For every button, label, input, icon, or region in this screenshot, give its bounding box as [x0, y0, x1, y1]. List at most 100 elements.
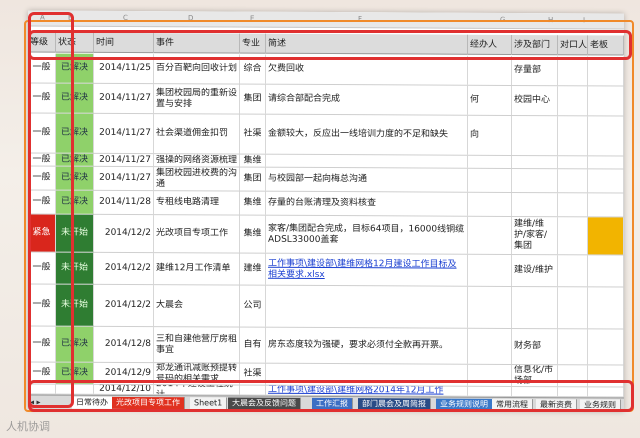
- specialty-cell[interactable]: 集团: [240, 84, 266, 114]
- header-specialty[interactable]: 专业: [240, 33, 266, 54]
- contact-cell[interactable]: [558, 329, 588, 365]
- event-cell[interactable]: 社会渠道佣金扣罚: [154, 114, 240, 154]
- tab-fiber-project[interactable]: 光改项目专项工作: [112, 396, 185, 410]
- boss-cell[interactable]: [588, 86, 624, 116]
- event-cell[interactable]: 光改项目专项工作: [154, 215, 240, 253]
- contact-cell[interactable]: [558, 116, 588, 156]
- handler-cell[interactable]: [468, 168, 512, 192]
- description-cell[interactable]: 请综合部配合完成: [266, 84, 468, 115]
- col-letter[interactable]: E: [250, 15, 254, 23]
- level-cell[interactable]: 一般: [28, 53, 56, 83]
- header-handler[interactable]: 经办人: [468, 34, 512, 55]
- event-cell[interactable]: 强操的网络资源梳理: [154, 154, 240, 167]
- description-cell[interactable]: 欠费回收: [266, 54, 468, 85]
- status-cell[interactable]: 未开始: [56, 214, 94, 252]
- date-cell[interactable]: 2014/12/10: [94, 384, 154, 395]
- department-cell[interactable]: 存量部: [512, 55, 558, 86]
- specialty-cell[interactable]: 集维: [240, 215, 266, 253]
- date-cell[interactable]: 2014/11/27: [94, 113, 154, 154]
- level-cell[interactable]: 一般: [28, 113, 56, 153]
- handler-cell[interactable]: [468, 286, 512, 328]
- handler-cell[interactable]: [468, 55, 512, 85]
- event-cell[interactable]: 建维12月工作清单: [154, 253, 240, 285]
- event-cell[interactable]: 集团校园进校费的沟通: [154, 167, 240, 191]
- description-cell[interactable]: [266, 154, 468, 168]
- tab-business-rules-note[interactable]: 业务规则说明: [436, 398, 493, 411]
- department-cell[interactable]: [512, 115, 558, 156]
- status-cell[interactable]: 已解决: [56, 326, 94, 362]
- level-cell[interactable]: 一般: [28, 83, 56, 113]
- event-cell[interactable]: 郑龙通讯减账预提转号码的相关需求: [154, 363, 240, 385]
- boss-cell[interactable]: [588, 387, 624, 397]
- header-level[interactable]: 等级: [28, 32, 56, 53]
- department-cell[interactable]: 校园中心: [512, 85, 558, 116]
- header-date[interactable]: 时间: [94, 32, 154, 54]
- specialty-cell[interactable]: 建维: [240, 253, 266, 285]
- specialty-cell[interactable]: 自有: [240, 327, 266, 363]
- tab-work-report[interactable]: 工作汇报: [312, 397, 353, 411]
- description-link[interactable]: 工作事项\建设部\建维网格12月建设工作目标及相关要求.xlsx: [266, 253, 468, 286]
- handler-cell[interactable]: 向: [468, 115, 512, 155]
- specialty-cell[interactable]: 集维: [240, 154, 266, 167]
- header-contact[interactable]: 对口人: [558, 35, 588, 56]
- description-cell[interactable]: 房东态度较为强硬，要求必须付全款再开票。: [266, 327, 468, 364]
- tab-business-rules[interactable]: 业务规则: [580, 399, 621, 412]
- event-cell[interactable]: 2014年建设工程统计: [154, 385, 240, 395]
- date-cell[interactable]: 2014/12/2: [94, 284, 154, 327]
- description-cell[interactable]: [266, 285, 468, 328]
- tab-dept-briefing[interactable]: 部门晨会及周简报: [358, 398, 431, 411]
- department-cell[interactable]: [512, 168, 558, 193]
- boss-cell[interactable]: [588, 365, 624, 387]
- specialty-cell[interactable]: 集团: [240, 167, 266, 191]
- description-cell[interactable]: 与校园部一起向梅总沟通: [266, 167, 468, 192]
- contact-cell[interactable]: [558, 387, 588, 397]
- boss-cell[interactable]: [588, 56, 624, 86]
- event-cell[interactable]: 专租线电路清理: [154, 191, 240, 215]
- status-cell[interactable]: 已解决: [56, 190, 94, 214]
- level-cell[interactable]: 一般: [28, 166, 56, 190]
- boss-cell[interactable]: [588, 287, 624, 329]
- date-cell[interactable]: 2014/12/2: [94, 214, 154, 253]
- event-cell[interactable]: 集团校园局的重新设置与安排: [154, 84, 240, 114]
- event-cell[interactable]: 三和自建他营厅房租事宜: [154, 327, 240, 363]
- contact-cell[interactable]: [558, 255, 588, 287]
- col-letter[interactable]: C: [123, 14, 128, 22]
- date-cell[interactable]: 2014/12/8: [94, 326, 154, 363]
- date-cell[interactable]: 2014/11/28: [94, 190, 154, 215]
- status-cell[interactable]: 未开始: [56, 252, 94, 284]
- level-cell[interactable]: 一般: [28, 326, 56, 362]
- status-cell[interactable]: 已解决: [56, 113, 94, 153]
- tab-scroll-arrows[interactable]: ◂ ▸: [30, 396, 70, 408]
- level-cell[interactable]: [28, 384, 56, 394]
- contact-cell[interactable]: [558, 287, 588, 329]
- handler-cell[interactable]: [468, 386, 512, 396]
- department-cell[interactable]: 建设/维护: [512, 254, 558, 287]
- department-cell[interactable]: [512, 192, 558, 217]
- status-cell[interactable]: 未开始: [56, 284, 94, 326]
- boss-cell[interactable]: [588, 156, 624, 169]
- level-cell[interactable]: 一般: [28, 153, 56, 166]
- event-cell[interactable]: 大晨会: [154, 285, 240, 327]
- contact-cell[interactable]: [558, 86, 588, 116]
- status-cell[interactable]: 已解决: [56, 153, 94, 166]
- level-cell[interactable]: 一般: [28, 362, 56, 384]
- status-cell[interactable]: 已解决: [56, 166, 94, 190]
- date-cell[interactable]: 2014/11/27: [94, 83, 154, 114]
- tab-sheet1[interactable]: Sheet1: [190, 397, 228, 410]
- level-cell[interactable]: 一般: [28, 252, 56, 284]
- tab-morning-meeting[interactable]: 大晨会及反馈问题: [228, 397, 301, 410]
- col-letter[interactable]: A: [40, 14, 45, 22]
- col-letter[interactable]: G: [500, 16, 505, 24]
- level-cell[interactable]: 一般: [28, 190, 56, 214]
- boss-cell[interactable]: [588, 217, 624, 255]
- specialty-cell[interactable]: 公司: [240, 285, 266, 327]
- specialty-cell[interactable]: [240, 385, 266, 395]
- handler-cell[interactable]: [468, 216, 512, 254]
- header-description[interactable]: 简述: [266, 33, 468, 55]
- handler-cell[interactable]: [468, 192, 512, 216]
- description-link[interactable]: 工作事项\建设部\建维网格2014年12月工作: [266, 385, 468, 396]
- date-cell[interactable]: 2014/12/2: [94, 252, 154, 285]
- department-cell[interactable]: [512, 286, 558, 329]
- department-cell[interactable]: [512, 386, 558, 397]
- status-cell[interactable]: 已解决: [56, 53, 94, 83]
